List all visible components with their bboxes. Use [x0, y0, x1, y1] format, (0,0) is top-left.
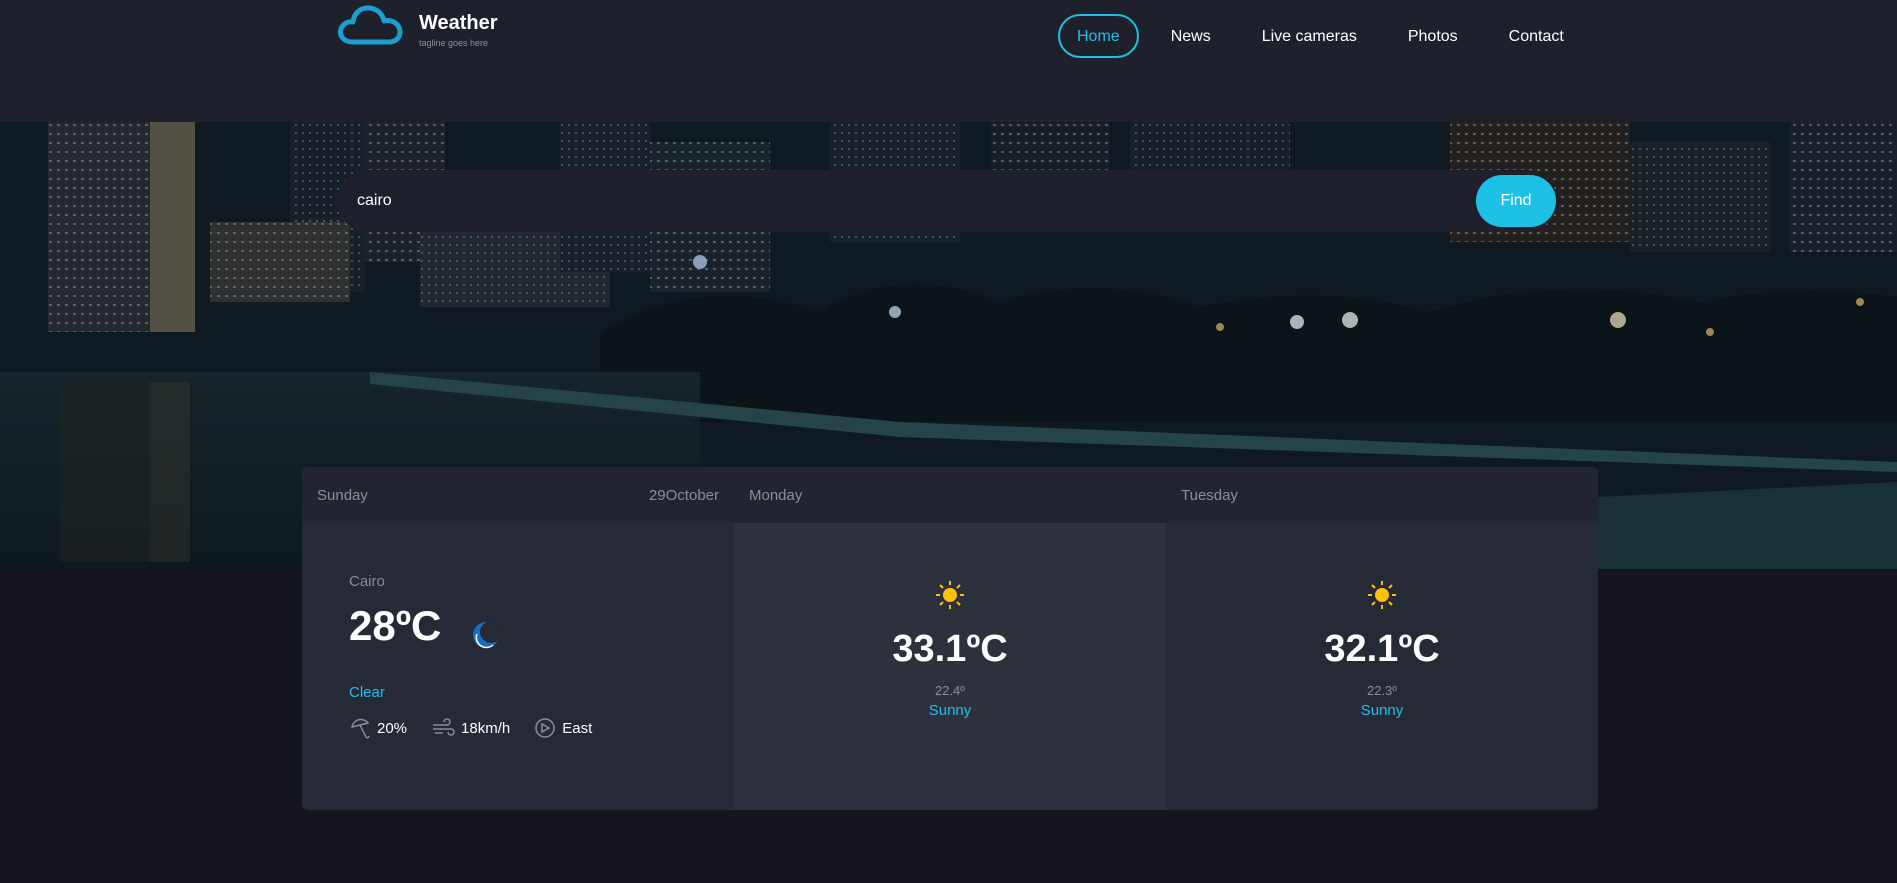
cloud-icon [338, 5, 403, 45]
nav-live-cameras[interactable]: Live cameras [1243, 14, 1376, 58]
today-date: 29October [648, 486, 719, 504]
forecast-table: Sunday 29October Cairo 28ºC Clear 20% 18… [302, 467, 1598, 810]
forecast-day-tuesday: Tuesday 32.1ºC 22.3º Sunny [1166, 467, 1598, 810]
humidity-value: 20% [377, 719, 408, 737]
wind-speed-value: 18km/h [461, 719, 511, 737]
today-header: Sunday 29October [302, 467, 734, 523]
moon-icon [473, 621, 502, 649]
today-day: Sunday [317, 486, 368, 504]
forecast-high-temperature: 32.1ºC [1324, 628, 1440, 670]
wind-direction-value: East [562, 719, 593, 737]
current-temperature: 28ºC [349, 602, 442, 649]
site-header: Weather tagline goes here Home News Live… [0, 0, 1897, 122]
nav-contact[interactable]: Contact [1490, 14, 1583, 58]
forecast-day-name: Tuesday [1181, 486, 1238, 504]
umbrella-icon [351, 718, 370, 739]
humidity-stat: 20% [349, 717, 407, 739]
forecast-condition: Sunny [928, 702, 972, 719]
current-condition: Clear [349, 684, 385, 701]
wind-icon [433, 718, 455, 736]
wind-speed-stat: 18km/h [431, 717, 510, 739]
location: Cairo [349, 573, 385, 590]
wind-direction-stat: East [534, 717, 592, 739]
forecast-day-header: Tuesday [1166, 467, 1598, 523]
main-nav: Home News Live cameras Photos Contact [1058, 14, 1596, 58]
nav-home[interactable]: Home [1058, 14, 1139, 58]
site-title: Weather [419, 12, 498, 34]
sun-icon [936, 581, 964, 609]
find-button[interactable]: Find [1476, 175, 1556, 227]
nav-photos[interactable]: Photos [1389, 14, 1477, 58]
sun-icon [1368, 581, 1396, 609]
compass-icon [535, 718, 555, 738]
nav-news[interactable]: News [1152, 14, 1230, 58]
today-forecast: Sunday 29October Cairo 28ºC Clear 20% 18… [302, 467, 734, 810]
forecast-day-name: Monday [749, 486, 803, 504]
forecast-condition: Sunny [1360, 702, 1404, 719]
forecast-low-temperature: 22.4º [934, 683, 966, 698]
tagline: tagline goes here [419, 38, 489, 48]
search-bar [337, 170, 1557, 232]
forecast-high-temperature: 33.1ºC [892, 628, 1008, 670]
forecast-day-header: Monday [734, 467, 1166, 523]
forecast-low-temperature: 22.3º [1366, 683, 1398, 698]
forecast-day-monday: Monday 33.1ºC 22.4º Sunny [734, 467, 1166, 810]
search-input[interactable] [357, 170, 1457, 232]
logo[interactable]: Weather tagline goes here [337, 4, 498, 48]
